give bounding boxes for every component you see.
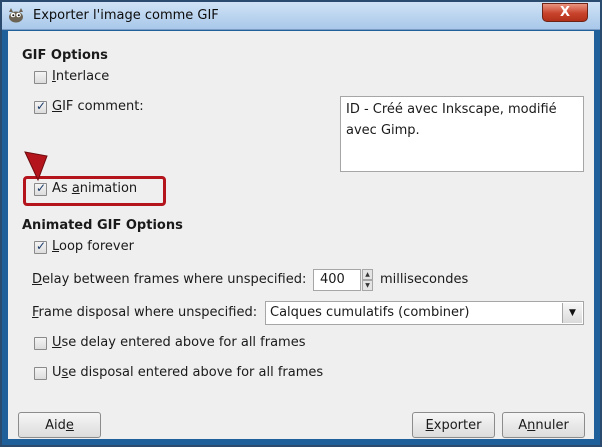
- gimp-wilber-icon: [9, 8, 23, 23]
- close-icon: X: [559, 5, 571, 20]
- dialog-content: GIF Options Interlace GIF comment: ID - …: [8, 31, 594, 439]
- interlace-checkbox[interactable]: [34, 71, 47, 84]
- cancel-button[interactable]: An nuler: [502, 412, 585, 438]
- dropdown-arrow-icon[interactable]: ▼: [562, 303, 582, 323]
- interlace-label[interactable]: Interlace: [52, 69, 109, 84]
- window-title: Exporter l'image comme GIF: [33, 8, 219, 23]
- delay-label: Delay between frames where unspecified:: [32, 272, 307, 287]
- gif-comment-checkbox[interactable]: [34, 99, 47, 114]
- as-animation-label[interactable]: As animation: [52, 181, 137, 196]
- animated-gif-options-heading: Animated GIF Options: [22, 218, 183, 233]
- use-delay-label[interactable]: Use delay entered above for all frames: [52, 335, 306, 350]
- help-button[interactable]: Aid e: [18, 412, 101, 438]
- loop-forever-checkbox[interactable]: [34, 239, 47, 254]
- delay-unit-label: millisecondes: [380, 272, 469, 287]
- title-bar[interactable]: Exporter l'image comme GIF X: [2, 2, 600, 30]
- use-delay-checkbox[interactable]: [34, 337, 47, 350]
- as-animation-checkbox[interactable]: [34, 181, 47, 196]
- loop-forever-label[interactable]: Loop forever: [52, 239, 134, 254]
- use-disposal-label[interactable]: Use disposal entered above for all frame…: [52, 365, 323, 380]
- frame-disposal-label: Frame disposal where unspecified:: [32, 305, 258, 320]
- use-disposal-checkbox[interactable]: [34, 367, 47, 380]
- frame-disposal-value: Calques cumulatifs (combiner): [270, 305, 470, 320]
- export-button[interactable]: Exporter: [412, 412, 495, 438]
- delay-spinner[interactable]: ▲ ▼: [362, 269, 373, 291]
- frame-disposal-select[interactable]: Calques cumulatifs (combiner) ▼: [265, 301, 584, 325]
- close-button[interactable]: X: [542, 3, 588, 22]
- gif-comment-textarea[interactable]: ID - Créé avec Inkscape, modifié avec Gi…: [340, 96, 584, 172]
- delay-input[interactable]: 400: [313, 269, 361, 291]
- spin-down-icon[interactable]: ▼: [362, 280, 373, 291]
- gif-comment-label[interactable]: GIF comment:: [52, 99, 144, 114]
- spin-up-icon[interactable]: ▲: [362, 269, 373, 280]
- annotation-pointer-icon: [24, 151, 48, 182]
- gif-options-heading: GIF Options: [22, 48, 108, 63]
